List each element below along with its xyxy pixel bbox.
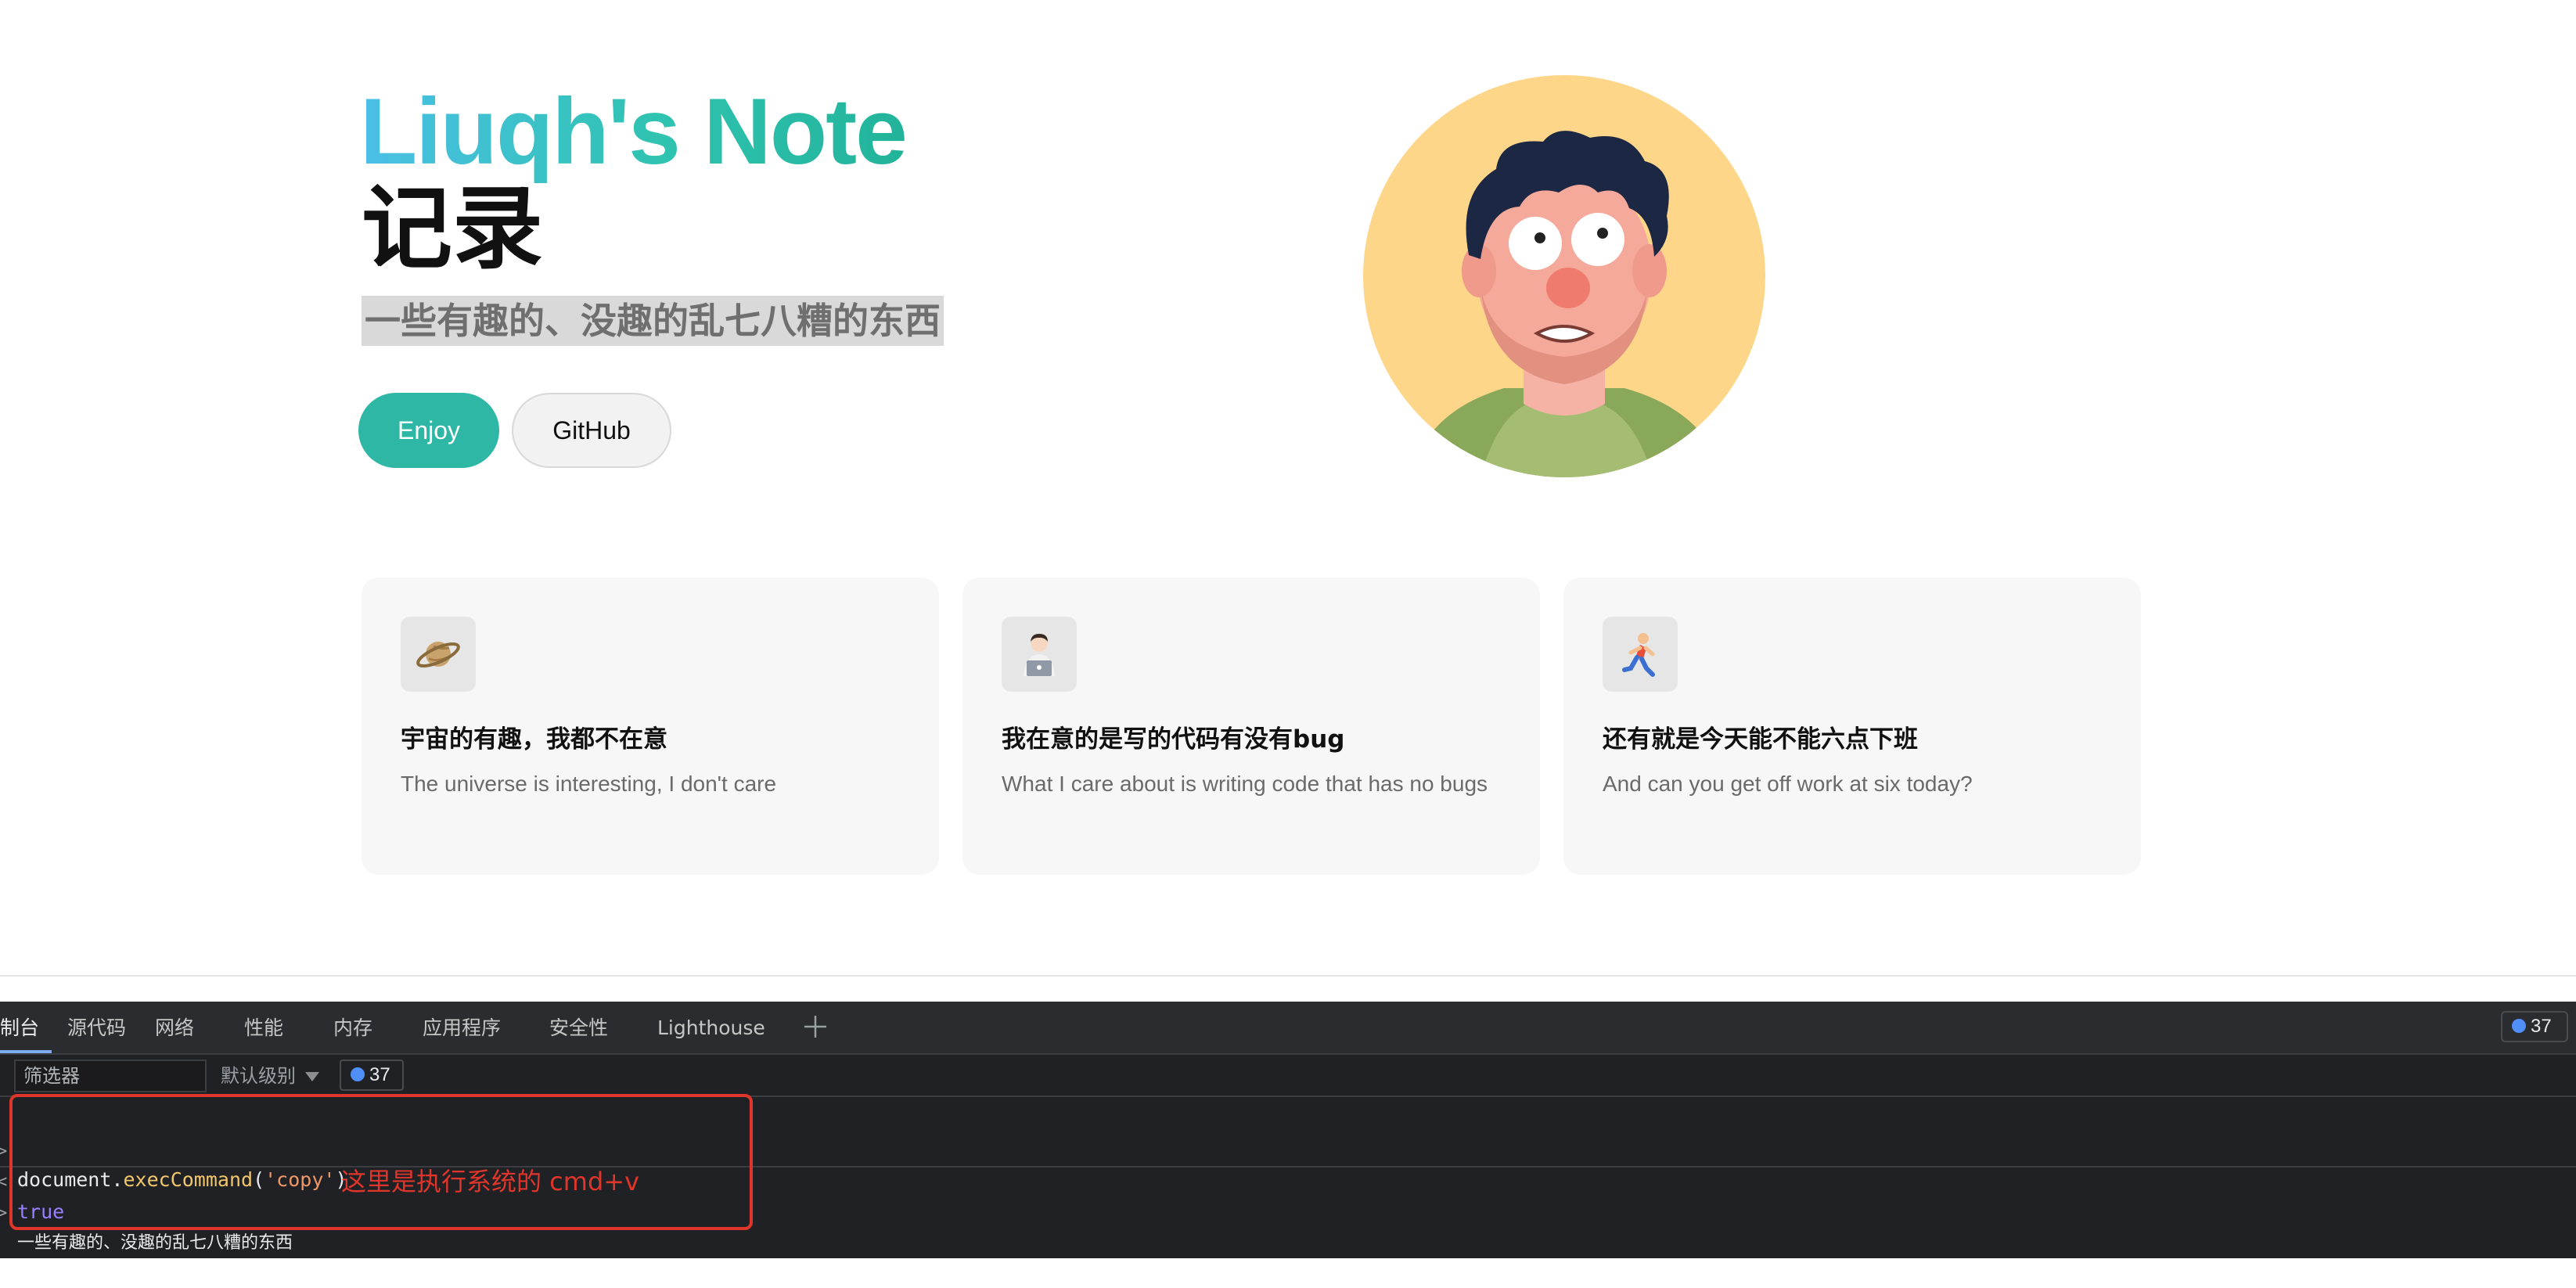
pasted-text: 一些有趣的、没趣的乱七八糟的东西 — [17, 1233, 293, 1253]
page-divider — [0, 975, 2576, 977]
issues-badge[interactable]: 37 — [340, 1060, 404, 1091]
hero-title: 记录 — [362, 176, 543, 282]
ringed-planet-icon — [401, 617, 476, 692]
feature-title: 还有就是今天能不能六点下班 — [1603, 725, 1918, 754]
tab-memory[interactable]: 内存 — [333, 1002, 372, 1053]
log-level-label: 默认级别 — [221, 1065, 296, 1087]
feature-card-universe: 宇宙的有趣，我都不在意 The universe is interesting,… — [362, 577, 939, 875]
feature-card-off-work: 还有就是今天能不能六点下班 And can you get off work a… — [1563, 577, 2141, 875]
tab-performance[interactable]: 性能 — [244, 1002, 283, 1053]
input-prompt-icon: > — [0, 1203, 8, 1223]
active-tab-indicator — [0, 1050, 52, 1053]
hero-tagline: 一些有趣的、没趣的乱七八糟的东西 — [362, 296, 944, 346]
issues-badge-count: 37 — [369, 1064, 390, 1085]
annotation-highlight-box — [9, 1094, 753, 1230]
feature-title: 我在意的是写的代码有没有bug — [1002, 725, 1345, 754]
github-button[interactable]: GitHub — [512, 393, 671, 468]
feature-title: 宇宙的有趣，我都不在意 — [401, 725, 667, 754]
issues-counter-button[interactable]: 37 — [2501, 1011, 2568, 1042]
chevron-down-icon — [305, 1072, 319, 1081]
tab-sources[interactable]: 源代码 — [67, 1002, 126, 1053]
running-person-icon — [1603, 617, 1678, 692]
feature-description: The universe is interesting, I don't car… — [401, 772, 777, 796]
feature-description: What I care about is writing code that h… — [1002, 772, 1488, 796]
page-content: Liuqh's Note 记录 一些有趣的、没趣的乱七八糟的东西 Enjoy G… — [0, 0, 2576, 977]
add-tab-icon[interactable] — [800, 1011, 831, 1042]
issues-count: 37 — [2531, 1016, 2552, 1037]
devtools-tab-bar: 制台 源代码 网络 性能 内存 应用程序 安全性 Lighthouse 37 — [0, 1002, 2576, 1055]
technologist-icon — [1002, 617, 1077, 692]
enjoy-button[interactable]: Enjoy — [358, 393, 499, 468]
tab-application[interactable]: 应用程序 — [423, 1002, 501, 1053]
tab-console[interactable]: 制台 — [0, 1002, 39, 1053]
log-level-dropdown[interactable]: 默认级别 — [221, 1060, 319, 1092]
tab-network[interactable]: 网络 — [155, 1002, 194, 1053]
feature-card-bugs: 我在意的是写的代码有没有bug What I care about is wri… — [962, 577, 1540, 875]
annotation-text: 这里是执行系统的 cmd+v — [341, 1167, 640, 1196]
message-icon — [2512, 1018, 2526, 1033]
avatar-illustration — [1363, 75, 1765, 477]
site-brand: Liuqh's Note — [360, 75, 908, 188]
tab-security[interactable]: 安全性 — [549, 1002, 608, 1053]
tab-lighthouse[interactable]: Lighthouse — [657, 1002, 765, 1053]
feature-description: And can you get off work at six today? — [1603, 772, 1973, 796]
message-icon — [351, 1067, 365, 1081]
console-filter-input[interactable] — [14, 1060, 207, 1092]
